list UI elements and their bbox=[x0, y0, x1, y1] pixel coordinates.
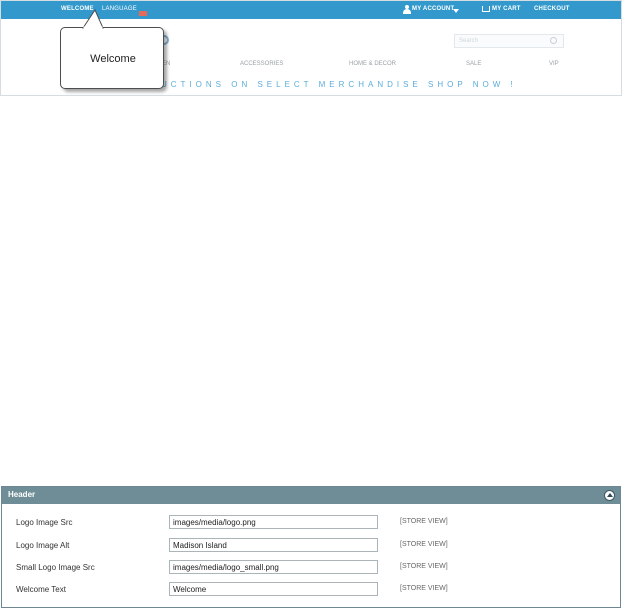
user-icon bbox=[403, 5, 411, 14]
callout-pointer bbox=[82, 9, 104, 29]
my-account-link[interactable]: MY ACCOUNT bbox=[412, 6, 454, 12]
config-row-small-logo-src: Small Logo Image Src [STORE VIEW] bbox=[2, 559, 620, 579]
search-icon[interactable] bbox=[550, 37, 557, 44]
config-row-logo-src: Logo Image Src [STORE VIEW] bbox=[2, 514, 620, 534]
welcome-callout: Welcome bbox=[60, 27, 164, 89]
promo-banner[interactable]: UCTIONS ON SELECT MERCHANDISE SHOP NOW ! bbox=[161, 80, 517, 89]
nav-item-home-decor[interactable]: HOME & DECOR bbox=[349, 61, 396, 67]
callout-label: Welcome bbox=[90, 53, 136, 65]
collapse-icon[interactable] bbox=[604, 490, 615, 501]
scope-label: [STORE VIEW] bbox=[400, 541, 448, 548]
logo-image-alt-input[interactable] bbox=[169, 538, 378, 552]
screenshot-root: WELCOME LANGUAGE MY ACCOUNT MY CART CHEC… bbox=[0, 0, 622, 608]
panel-title: Header bbox=[8, 490, 36, 499]
flag-icon bbox=[138, 11, 147, 16]
scope-label: [STORE VIEW] bbox=[400, 563, 448, 570]
my-cart-link[interactable]: MY CART bbox=[492, 6, 521, 12]
header-config-panel: Header Logo Image Src [STORE VIEW] Logo … bbox=[1, 486, 621, 608]
row-label: Logo Image Alt bbox=[16, 541, 70, 550]
panel-header[interactable]: Header bbox=[2, 487, 620, 504]
row-label: Welcome Text bbox=[16, 585, 66, 594]
nav-item-vip[interactable]: VIP bbox=[549, 61, 559, 67]
storefront-preview: WELCOME LANGUAGE MY ACCOUNT MY CART CHEC… bbox=[0, 0, 622, 96]
checkout-link[interactable]: CHECKOUT bbox=[534, 6, 570, 12]
scope-label: [STORE VIEW] bbox=[400, 518, 448, 525]
logo-image-src-input[interactable] bbox=[169, 515, 378, 529]
welcome-text-input[interactable] bbox=[169, 582, 378, 596]
chevron-down-icon bbox=[453, 9, 459, 13]
row-label: Small Logo Image Src bbox=[16, 563, 95, 572]
nav-item-accessories[interactable]: ACCESSORIES bbox=[240, 61, 283, 67]
scope-label: [STORE VIEW] bbox=[400, 585, 448, 592]
search-field[interactable]: Search bbox=[454, 34, 564, 48]
small-logo-image-src-input[interactable] bbox=[169, 560, 378, 574]
config-row-welcome-text: Welcome Text [STORE VIEW] bbox=[2, 581, 620, 601]
row-label: Logo Image Src bbox=[16, 518, 73, 527]
cart-icon bbox=[482, 6, 490, 12]
nav-item-sale[interactable]: SALE bbox=[466, 61, 481, 67]
config-row-logo-alt: Logo Image Alt [STORE VIEW] bbox=[2, 537, 620, 557]
search-placeholder: Search bbox=[459, 38, 479, 44]
